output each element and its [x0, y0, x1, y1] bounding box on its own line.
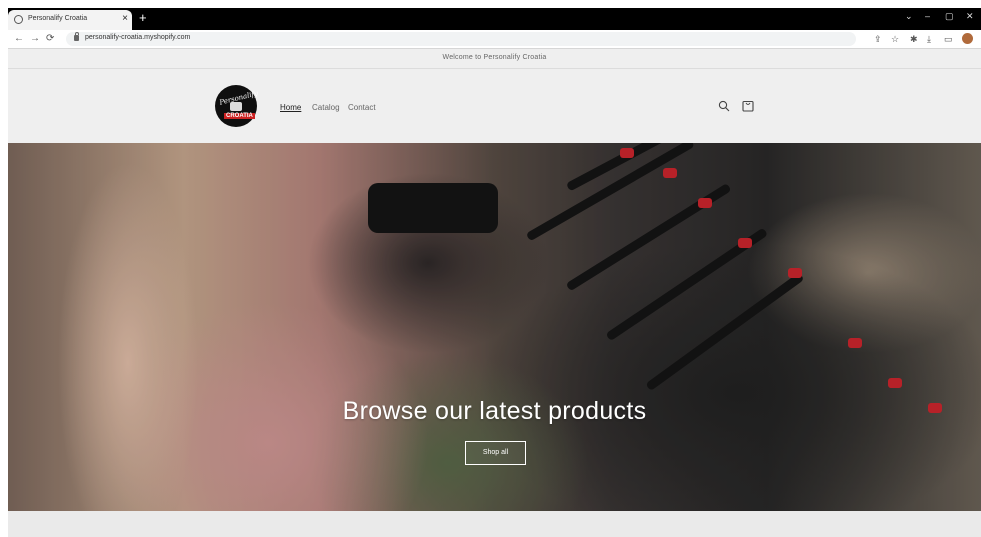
- cart-icon[interactable]: [742, 98, 754, 112]
- share-icon[interactable]: ⇪: [874, 33, 882, 45]
- tab-strip: Personalify Croatia × + ⌄ – ▢ ✕: [8, 8, 981, 30]
- browser-tab[interactable]: Personalify Croatia ×: [8, 10, 132, 30]
- globe-icon: [14, 15, 23, 24]
- profile-avatar[interactable]: [962, 33, 973, 44]
- nav-catalog[interactable]: Catalog: [312, 103, 340, 112]
- shop-all-label: Shop all: [482, 449, 509, 456]
- back-icon[interactable]: ←: [14, 33, 24, 45]
- shop-all-button[interactable]: Shop all: [465, 441, 526, 465]
- close-tab-icon[interactable]: ×: [122, 13, 128, 25]
- store-header: Personalify CROATIA Home Catalog Contact: [8, 69, 981, 144]
- address-bar[interactable]: personalify-croatia.myshopify.com: [66, 32, 856, 46]
- sidepanel-icon[interactable]: ▭: [944, 33, 953, 45]
- close-window-button[interactable]: ✕: [966, 10, 974, 22]
- maximize-button[interactable]: ▢: [945, 10, 954, 22]
- reload-icon[interactable]: ⟳: [46, 33, 54, 45]
- search-icon[interactable]: [718, 100, 730, 112]
- browser-window: Personalify Croatia × + ⌄ – ▢ ✕ ← → ⟳ pe…: [8, 8, 981, 537]
- tab-search-icon[interactable]: ⌄: [905, 10, 913, 22]
- announcement-bar: Welcome to Personalify Croatia: [8, 48, 981, 69]
- tab-title: Personalify Croatia: [28, 15, 88, 22]
- nav-contact[interactable]: Contact: [348, 103, 376, 112]
- logo-text-bottom: CROATIA: [224, 113, 255, 119]
- url-text: personalify-croatia.myshopify.com: [85, 34, 191, 41]
- hero-banner: Browse our latest products Shop all: [8, 143, 981, 511]
- next-section: [8, 511, 981, 537]
- nav-home[interactable]: Home: [280, 103, 301, 112]
- announcement-text: Welcome to Personalify Croatia: [442, 54, 547, 61]
- lock-icon: [74, 32, 79, 41]
- minimize-button[interactable]: –: [925, 10, 930, 22]
- new-tab-button[interactable]: +: [139, 11, 147, 25]
- download-icon[interactable]: ⤓: [927, 33, 931, 45]
- store-logo[interactable]: Personalify CROATIA: [215, 85, 259, 127]
- browser-toolbar: ← → ⟳ personalify-croatia.myshopify.com …: [8, 30, 981, 49]
- bookmark-star-icon[interactable]: ☆: [891, 33, 899, 45]
- forward-icon[interactable]: →: [30, 33, 40, 45]
- hero-headline: Browse our latest products: [342, 397, 647, 425]
- extensions-icon[interactable]: ✱: [910, 33, 918, 45]
- logo-graphic: [230, 102, 242, 111]
